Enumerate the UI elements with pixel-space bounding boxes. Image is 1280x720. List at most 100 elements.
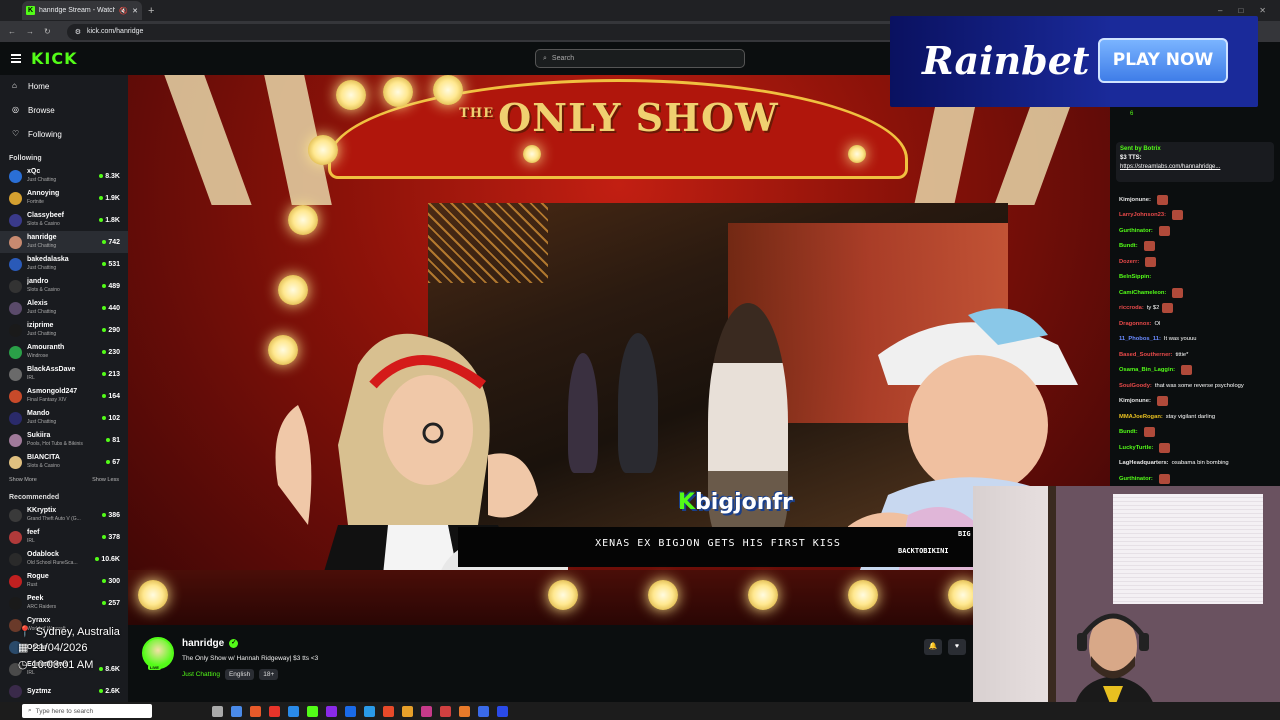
sidebar-channel[interactable]: iziprime Just Chatting 290 [0,319,128,341]
chat-message[interactable]: SoulGoody: that was some reverse psycholo… [1119,378,1279,394]
sidebar-channel[interactable]: BIANCITA Slots & Casino 67 [0,451,128,473]
taskbar-app-icon[interactable] [231,705,242,717]
back-icon[interactable]: ← [8,27,16,36]
chat-message[interactable]: 11_Phobos_11: It was youuu [1119,332,1279,348]
chat-username[interactable]: BelnSippin: [1119,274,1151,280]
chat-message[interactable]: BelnSippin: [1119,270,1279,286]
rainbet-ad[interactable]: Rainbet PLAY NOW [890,16,1258,107]
url-field[interactable]: ⚙ kick.com/hanridge [66,23,927,40]
chat-message[interactable]: LarryJohnson23: [1119,208,1279,224]
chat-username[interactable]: riccroda: [1119,305,1144,311]
chat-username[interactable]: Based_Southerner: [1119,352,1172,358]
chat-message[interactable]: Bundt: [1119,239,1279,255]
sidebar-channel[interactable]: Amouranth Windrose 230 [0,341,128,363]
taskbar-app-icon[interactable] [307,705,318,717]
sidebar-channel[interactable]: Sukiira Pools, Hot Tubs & Bikinis 81 [0,429,128,451]
chat-username[interactable]: SoulGoody: [1119,383,1152,389]
minimize-button[interactable]: – [1218,6,1222,15]
reload-icon[interactable]: ↻ [44,27,51,36]
kick-logo[interactable]: KICK [31,49,78,68]
notification-bell-button[interactable]: 🔔 [924,639,942,655]
chat-message[interactable]: MMAJoeRogan: stay vigilant darling [1119,409,1279,425]
taskbar-app-icon[interactable] [212,705,223,717]
close-tab-icon[interactable]: ✕ [132,7,138,15]
sidebar-channel[interactable]: KKryptix Grand Theft Auto V (G... 386 [0,504,128,526]
chat-message[interactable]: riccroda: ty $2 [1119,301,1279,317]
chat-message[interactable]: Kimjonune: [1119,394,1279,410]
chat-username[interactable]: LagHeadquarters: [1119,460,1169,466]
chat-username[interactable]: Dragonnox: [1119,321,1152,327]
video-player[interactable]: THE ONLY SHOW Kbigjonfr XENAS EX BIGJON … [128,75,1110,625]
taskbar-app-icon[interactable] [421,705,432,717]
chat-message[interactable]: Based_Southerner: tittie* [1119,347,1279,363]
nav-browse[interactable]: ◎ Browse [0,98,128,122]
pinned-link[interactable]: https://streamlabs.com/hannahridge... [1120,164,1270,170]
taskbar-app-icon[interactable] [440,705,451,717]
nav-following[interactable]: ♡ Following [0,122,128,146]
taskbar-app-icon[interactable] [364,705,375,717]
nav-home[interactable]: ⌂ Home [0,75,128,98]
sidebar-channel[interactable]: Asmongold247 Final Fantasy XIV 164 [0,385,128,407]
taskbar-app-icon[interactable] [402,705,413,717]
maximize-button[interactable]: □ [1238,6,1243,15]
chat-message[interactable]: Bundt: [1119,425,1279,441]
chat-username[interactable]: CamiChameleon: [1119,290,1166,296]
sidebar-channel[interactable]: jandro Slots & Casino 489 [0,275,128,297]
chat-username[interactable]: Kimjonune: [1119,398,1151,404]
forward-icon[interactable]: → [26,27,34,36]
chat-username[interactable]: Bundt: [1119,243,1138,249]
browser-tab[interactable]: K hanridge Stream - Watch Li 🔇 ✕ [22,1,142,20]
taskbar-app-icon[interactable] [459,705,470,717]
chat-username[interactable]: Kimjonune: [1119,197,1151,203]
chat-username[interactable]: Bundt: [1119,429,1138,435]
site-info-icon[interactable]: ⚙ [75,28,81,36]
chat-message[interactable]: Osama_Bin_Laggin: [1119,363,1279,379]
sidebar-channel[interactable]: Alexis Just Chatting 440 [0,297,128,319]
taskbar-search[interactable]: ⌕ Type here to search [22,704,152,718]
sidebar-channel[interactable]: xQc Just Chatting 8.3K [0,165,128,187]
follow-heart-button[interactable]: ♥ [948,639,966,655]
search-input[interactable]: ⌕ Search [535,49,745,68]
sidebar-channel[interactable]: BlackAssDave IRL 213 [0,363,128,385]
taskbar-app-icon[interactable] [497,705,508,717]
sidebar-channel[interactable]: Syztmz 2.6K [0,680,128,702]
chat-message[interactable]: LagHeadquarters: osabama bin bombing [1119,456,1279,472]
chat-message[interactable]: Dragonnox: Ol [1119,316,1279,332]
sidebar-channel[interactable]: Classybeef Slots & Casino 1.8K [0,209,128,231]
chat-message[interactable]: Dozerr: [1119,254,1279,270]
language-tag[interactable]: English [224,669,255,680]
chat-message[interactable]: CamiChameleon: [1119,285,1279,301]
category-link[interactable]: Just Chatting [182,671,220,678]
sidebar-channel[interactable]: Peek ARC Raiders 257 [0,592,128,614]
sidebar-channel[interactable]: Annoying Fortnite 1.9K [0,187,128,209]
taskbar-app-icon[interactable] [345,705,356,717]
channel-name[interactable]: hanridge [182,638,224,649]
mute-tab-icon[interactable]: 🔇 [119,7,128,15]
chat-username[interactable]: MMAJoeRogan: [1119,414,1163,420]
chat-message[interactable]: Kimjonune: [1119,192,1279,208]
taskbar-app-icon[interactable] [326,705,337,717]
taskbar-app-icon[interactable] [250,705,261,717]
chat-username[interactable]: Gurthinator: [1119,476,1153,482]
sidebar-channel[interactable]: Mando Just Chatting 102 [0,407,128,429]
hamburger-menu-icon[interactable] [11,54,21,63]
ad-play-now-button[interactable]: PLAY NOW [1098,38,1228,83]
chat-username[interactable]: Dozerr: [1119,259,1139,265]
show-more-button[interactable]: Show More [9,477,37,483]
show-less-button[interactable]: Show Less [92,477,119,483]
pinned-message[interactable]: Sent by Botrix $3 TTS: https://streamlab… [1116,142,1274,182]
sidebar-channel[interactable]: Rogue Rust 300 [0,570,128,592]
chat-message[interactable]: LuckyTurtle: [1119,440,1279,456]
chat-message[interactable]: Gurthinator: [1119,471,1279,487]
new-tab-button[interactable]: + [148,5,154,17]
sidebar-channel[interactable]: feef IRL 378 [0,526,128,548]
taskbar-app-icon[interactable] [478,705,489,717]
sidebar-channel[interactable]: Odablock Old School RuneSca... 10.6K [0,548,128,570]
taskbar-app-icon[interactable] [269,705,280,717]
rating-tag[interactable]: 18+ [259,669,279,680]
chat-username[interactable]: Osama_Bin_Laggin: [1119,367,1175,373]
close-window-button[interactable]: ✕ [1259,6,1266,15]
chat-message[interactable]: Gurthinator: [1119,223,1279,239]
chat-username[interactable]: 11_Phobos_11: [1119,336,1161,342]
chat-username[interactable]: LarryJohnson23: [1119,212,1166,218]
